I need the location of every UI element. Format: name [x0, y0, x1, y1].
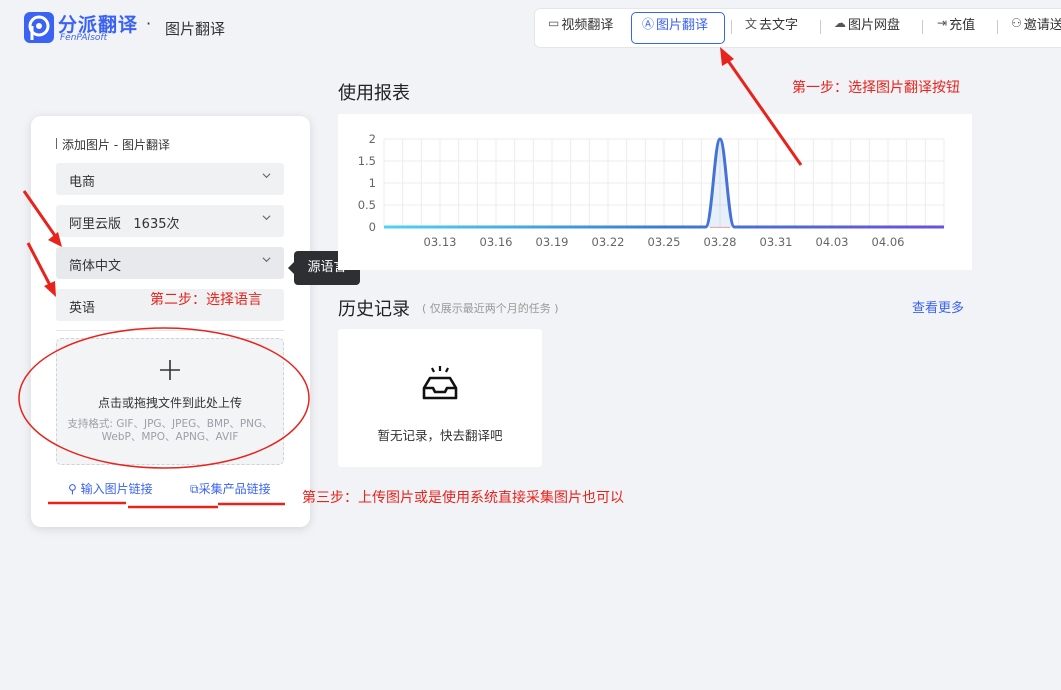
annotation-ellipse-upload	[18, 327, 310, 469]
annotation-arrow-step2b	[26, 242, 54, 290]
annotation-layer	[18, 47, 803, 509]
annotation-step3: 第三步：上传图片或是使用系统直接采集图片也可以	[302, 490, 624, 506]
annotation-step2: 第二步：选择语言	[150, 292, 262, 308]
annotation-arrow-step2a	[22, 190, 60, 241]
annotation-step1: 第一步：选择图片翻译按钮	[792, 80, 960, 96]
annotation-arrowhead-step2b	[44, 281, 56, 297]
annotation-arrowhead-step1	[720, 47, 734, 66]
annotation-arrow-step1	[722, 54, 803, 166]
